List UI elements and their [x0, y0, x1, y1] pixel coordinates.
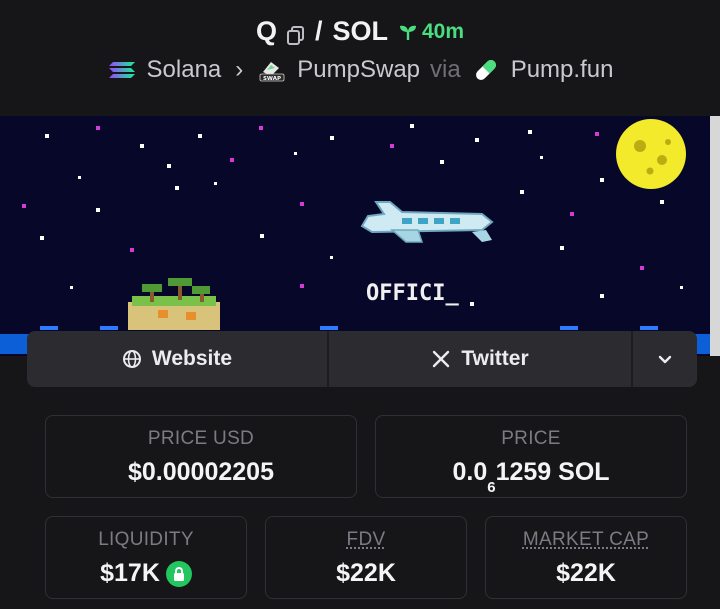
token-banner: OFFICI_ — [0, 116, 720, 356]
twitter-button[interactable]: Twitter — [329, 331, 633, 387]
liquidity-card: LIQUIDITY $17K — [45, 516, 247, 599]
copy-icon[interactable] — [286, 22, 305, 45]
sprout-icon — [400, 25, 416, 40]
floating-island-graphic — [128, 278, 220, 330]
lock-icon[interactable] — [165, 560, 192, 587]
liquidity-label: LIQUIDITY — [98, 529, 194, 550]
banner-scrollbar[interactable] — [710, 116, 720, 356]
spaceship-graphic — [360, 201, 494, 243]
price-usd-value: $0.00002205 — [128, 458, 274, 486]
via-text: via — [430, 56, 461, 83]
quote-symbol: SOL — [332, 16, 388, 46]
pair-separator: / — [314, 16, 323, 46]
moon-graphic — [616, 119, 686, 189]
market-cap-label[interactable]: MARKET CAP — [486, 529, 686, 551]
fdv-label[interactable]: FDV — [266, 529, 466, 551]
twitter-label: Twitter — [461, 347, 529, 370]
pair-header: Q / SOL 40m Solana › SWAP PumpSwap via P… — [0, 0, 720, 116]
market-cap-value: $22K — [556, 559, 616, 587]
x-logo-icon — [433, 350, 450, 368]
price-usd-card: PRICE USD $0.00002205 — [45, 415, 357, 498]
price-native-card: PRICE 0.061259 SOL — [375, 415, 687, 498]
pumpswap-badge-text: SWAP — [263, 76, 281, 82]
price-native-value: 0.061259 SOL — [452, 458, 610, 496]
liquidity-value: $17K — [100, 559, 160, 587]
breadcrumb: Solana › SWAP PumpSwap via Pump.fun — [0, 56, 720, 84]
globe-icon — [122, 350, 141, 368]
price-zero-count: 6 — [487, 479, 496, 496]
market-cap-card: MARKET CAP $22K — [485, 516, 687, 599]
stars — [22, 124, 683, 306]
price-native-label: PRICE — [501, 428, 561, 449]
age-text: 40m — [422, 19, 465, 43]
chevron-right-icon: › — [235, 56, 244, 83]
pumpswap-icon: SWAP — [257, 56, 287, 84]
fdv-card: FDV $22K — [265, 516, 467, 599]
pair-age: 40m — [398, 20, 464, 44]
pair-title: Q / SOL 40m — [0, 16, 720, 47]
base-symbol: Q — [255, 16, 277, 46]
pill-icon — [471, 56, 501, 84]
solana-icon — [107, 56, 137, 84]
website-button[interactable]: Website — [27, 331, 329, 387]
fdv-value: $22K — [336, 559, 396, 587]
banner-art: OFFICI_ — [22, 119, 686, 330]
website-label: Website — [151, 347, 233, 370]
launchpad-name[interactable]: Pump.fun — [511, 56, 614, 84]
more-links-button[interactable] — [633, 331, 697, 387]
dex-name[interactable]: PumpSwap — [297, 56, 420, 84]
social-links-bar: Website Twitter — [27, 331, 697, 387]
banner-text: OFFICI_ — [366, 281, 459, 306]
chevron-down-icon — [658, 355, 672, 364]
price-usd-label: PRICE USD — [147, 428, 255, 449]
chain-name[interactable]: Solana — [147, 56, 222, 84]
